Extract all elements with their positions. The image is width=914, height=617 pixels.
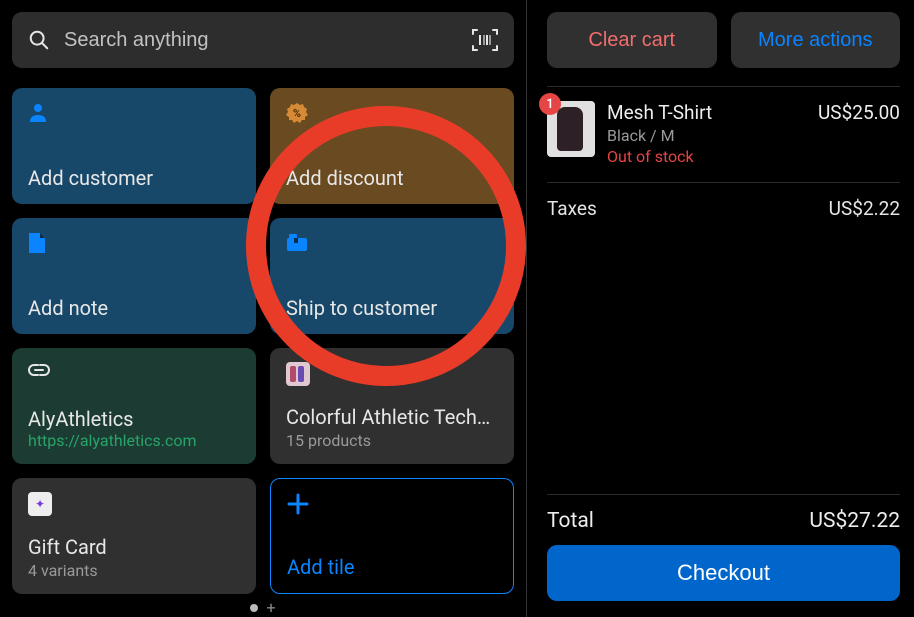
cart-item-price: US$25.00 [818,101,900,124]
person-icon [28,102,48,122]
cart-item-variant: Black / M [607,126,806,145]
total-value: US$27.22 [809,509,900,533]
tile-label: AlyAthletics [28,407,240,431]
tile-sublabel: 4 variants [28,561,240,580]
more-actions-button[interactable]: More actions [731,12,901,68]
tile-label: Add discount [286,166,498,190]
search-icon [28,29,50,51]
barcode-icon[interactable] [472,29,498,51]
search-bar[interactable] [12,12,514,68]
quantity-badge: 1 [539,93,561,115]
link-icon [28,363,50,377]
page-indicator: + [12,598,514,617]
tiles-grid: Add customer % Add discount Add note Shi… [12,88,514,594]
tile-label: Add note [28,296,240,320]
cart-item-stock: Out of stock [607,147,806,166]
tile-add-customer[interactable]: Add customer [12,88,256,204]
taxes-label: Taxes [547,197,597,220]
tile-label: Colorful Athletic Tech… [286,405,498,429]
checkout-button[interactable]: Checkout [547,545,900,601]
tile-add-note[interactable]: Add note [12,218,256,334]
taxes-value: US$2.22 [829,197,900,220]
tile-ship-to-customer[interactable]: Ship to customer [270,218,514,334]
left-panel: Add customer % Add discount Add note Shi… [0,0,526,617]
tile-sublabel: 15 products [286,431,498,450]
tile-colorful-athletic[interactable]: Colorful Athletic Tech… 15 products [270,348,514,464]
cart-item-thumb: 1 [547,101,595,157]
gift-card-thumb-icon [28,492,52,516]
plus-icon [287,493,309,515]
pager-dot[interactable] [250,604,258,612]
discount-icon: % [286,102,308,124]
tile-add-discount[interactable]: % Add discount [270,88,514,204]
tile-gift-card[interactable]: Gift Card 4 variants [12,478,256,594]
pager-add-icon[interactable]: + [266,598,275,617]
tile-sublabel: https://alyathletics.com [28,431,240,450]
tile-label: Gift Card [28,535,240,559]
tile-label: Add tile [287,555,497,579]
clear-cart-button[interactable]: Clear cart [547,12,717,68]
tile-label: Add customer [28,166,240,190]
product-thumb-icon [286,362,310,386]
cart-panel: Clear cart More actions 1 Mesh T-Shirt B… [526,0,914,617]
cart-item[interactable]: 1 Mesh T-Shirt Black / M Out of stock US… [547,101,900,166]
total-label: Total [547,509,594,533]
search-input[interactable] [64,29,472,52]
tile-label: Ship to customer [286,296,498,320]
note-icon [28,232,46,254]
tile-add-tile[interactable]: Add tile [270,478,514,594]
tile-alyathletics[interactable]: AlyAthletics https://alyathletics.com [12,348,256,464]
package-icon [286,232,308,252]
cart-item-name: Mesh T-Shirt [607,101,806,124]
svg-text:%: % [293,107,301,120]
